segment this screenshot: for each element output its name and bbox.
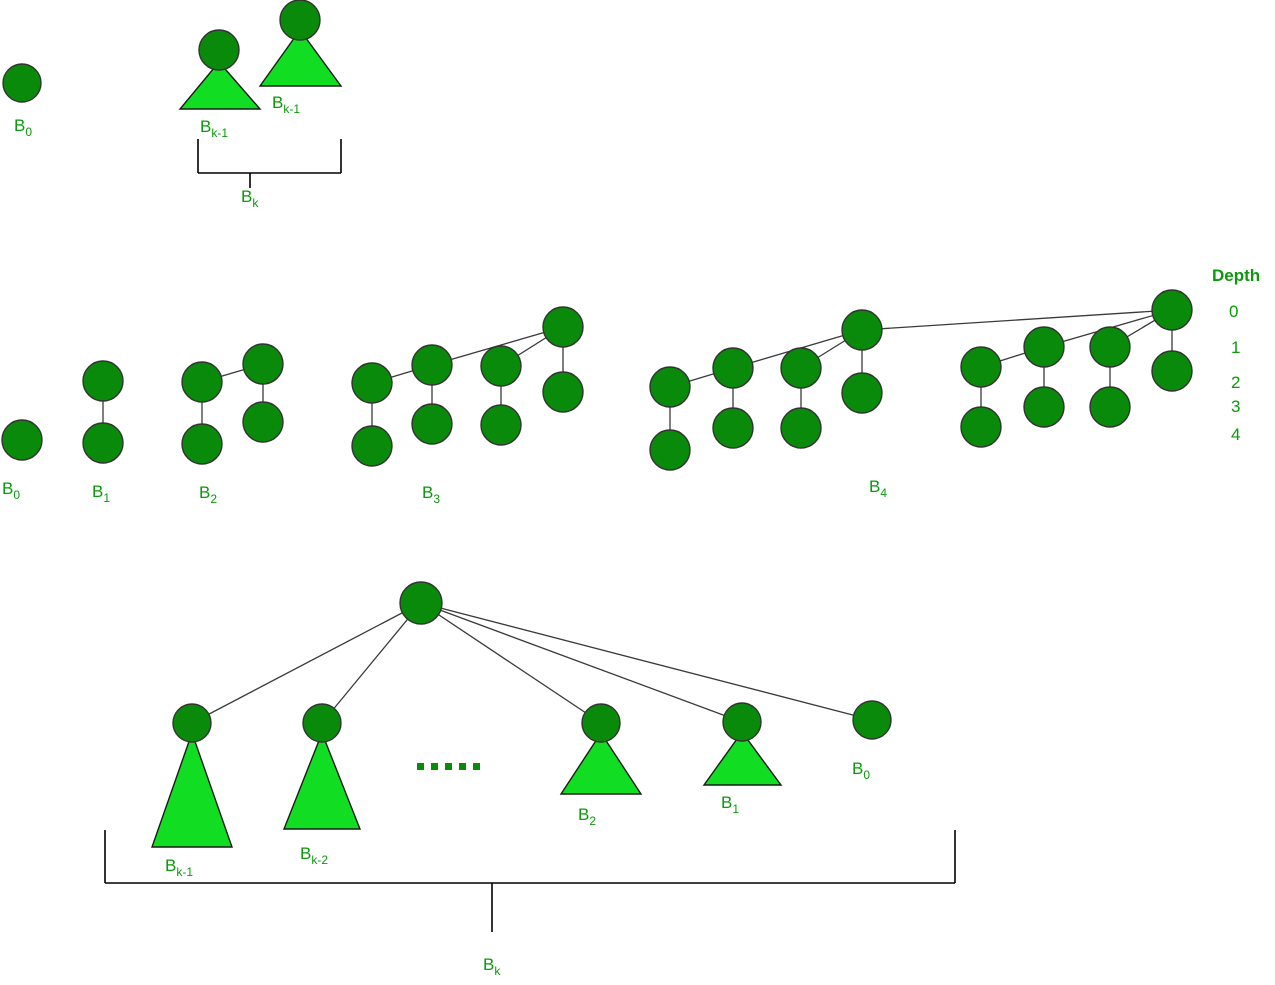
binomial-tree-series-panel: B0 B1 B2 B3 B4 Depth 0 1 2 3 4 <box>1 266 1260 506</box>
top-right-subtree-label: Bk-1 <box>272 93 300 116</box>
tree-edge <box>861 309 1173 331</box>
top-b0-node <box>2 63 42 103</box>
depth-value-0: 0 <box>1229 302 1238 321</box>
tree-node <box>242 343 284 385</box>
root-to-child-b0-edge <box>420 602 873 721</box>
tree-node <box>411 344 453 386</box>
child-b0-root-node <box>852 700 892 740</box>
tree-b3-label: B3 <box>422 483 440 506</box>
tree-node <box>649 366 691 408</box>
tree-node <box>1 419 43 461</box>
child-bk-2-triangle <box>282 731 362 830</box>
child-bk-2: Bk-2 <box>282 703 362 867</box>
top-right-subtree-root <box>279 0 321 41</box>
tree-node <box>181 361 223 403</box>
binomial-tree-diagram: B0 Bk-1 Bk-1 Bk B0 B1 B2 B3 B4 Depth 0 1 2 3 4 Bk-1 Bk… <box>0 0 1275 985</box>
depth-value-4: 4 <box>1231 425 1240 444</box>
child-bk-1: Bk-1 <box>151 703 233 879</box>
ellipsis-dot <box>417 763 424 770</box>
tree-b0: B0 <box>1 419 43 502</box>
tree-b1-label: B1 <box>92 482 110 505</box>
bottom-bracket-label: Bk <box>483 955 501 978</box>
depth-value-2: 2 <box>1231 373 1240 392</box>
depth-value-1: 1 <box>1231 338 1240 357</box>
tree-node <box>351 425 393 467</box>
child-b0-label: B0 <box>852 759 870 782</box>
bottom-root-node <box>399 581 443 625</box>
ellipsis-dot <box>431 763 438 770</box>
child-b1-root-node <box>722 702 762 742</box>
child-b2-label: B2 <box>578 805 596 828</box>
child-b1: B1 <box>702 702 783 816</box>
tree-b3: B3 <box>351 306 584 506</box>
top-bracket-label: Bk <box>241 187 259 210</box>
top-left-subtree-root <box>198 29 240 71</box>
tree-node <box>1089 326 1131 368</box>
tree-node <box>411 403 453 445</box>
tree-node <box>542 306 584 348</box>
tree-node <box>242 401 284 443</box>
ellipsis-dot <box>459 763 466 770</box>
tree-node <box>480 345 522 387</box>
tree-node <box>542 371 584 413</box>
tree-node <box>181 423 223 465</box>
child-bk-1-triangle <box>151 730 233 848</box>
tree-node <box>712 407 754 449</box>
tree-node <box>82 422 124 464</box>
tree-node <box>1023 386 1065 428</box>
root-to-child-bk-2-edge <box>321 602 422 724</box>
tree-node <box>1151 350 1193 392</box>
child-bk-1-root-node <box>172 703 212 743</box>
tree-node <box>780 407 822 449</box>
child-bk-2-root-node <box>302 703 342 743</box>
root-to-child-bk-1-edge <box>191 602 422 724</box>
tree-node <box>1151 289 1193 331</box>
tree-node <box>841 372 883 414</box>
tree-node <box>960 346 1002 388</box>
tree-node <box>960 406 1002 448</box>
top-b0-label: B0 <box>14 116 32 139</box>
tree-node <box>351 362 393 404</box>
child-bk-1-label: Bk-1 <box>165 856 193 879</box>
tree-b2-label: B2 <box>199 483 217 506</box>
tree-b4-label: B4 <box>869 477 887 500</box>
figure-canvas: B0 Bk-1Bk-1Bk B0 B1 B2 B3B4Depth01234 Bk-1Bk… <box>1 0 1260 978</box>
child-b2: B2 <box>559 703 643 828</box>
root-to-child-b2-edge <box>420 602 602 724</box>
ellipsis-group <box>417 763 480 770</box>
depth-value-3: 3 <box>1231 397 1240 416</box>
recursive-merge-panel: B0 Bk-1 Bk-1 Bk <box>2 0 343 210</box>
tree-node <box>649 429 691 471</box>
child-b0: B0 <box>852 700 892 782</box>
root-to-child-b1-edge <box>420 602 743 723</box>
tree-b4: B4 <box>649 289 1193 500</box>
tree-b2: B2 <box>181 343 284 506</box>
tree-node <box>780 347 822 389</box>
tree-node <box>480 404 522 446</box>
ellipsis-dot <box>473 763 480 770</box>
child-bk-2-label: Bk-2 <box>300 844 328 867</box>
recursive-decomposition-panel: Bk-1 Bk-2 B2 B1 B0 Bk <box>104 581 956 978</box>
child-b2-root-node <box>581 703 621 743</box>
top-left-subtree-label: Bk-1 <box>200 117 228 140</box>
tree-node <box>1023 326 1065 368</box>
tree-node <box>712 347 754 389</box>
tree-node <box>82 360 124 402</box>
ellipsis-dot <box>445 763 452 770</box>
tree-b1: B1 <box>82 360 124 505</box>
tree-node <box>841 309 883 351</box>
tree-node <box>1089 386 1131 428</box>
tree-b0-label: B0 <box>2 479 20 502</box>
child-b1-label: B1 <box>721 793 739 816</box>
depth-header: Depth <box>1212 266 1260 285</box>
